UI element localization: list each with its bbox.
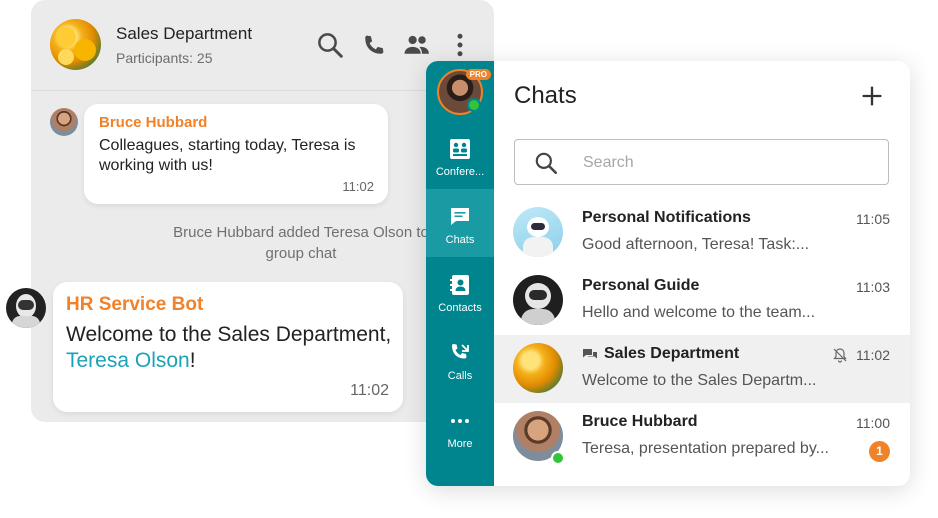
message-bubble[interactable]: HR Service Bot Welcome to the Sales Depa…	[53, 282, 403, 412]
search-icon	[535, 152, 558, 175]
online-status-icon	[551, 451, 565, 465]
participants-icon[interactable]	[402, 30, 432, 60]
add-chat-button[interactable]	[858, 82, 886, 110]
sidebar-item-label: Chats	[445, 234, 475, 246]
search-icon[interactable]	[315, 30, 345, 60]
sidebar-item-conferences[interactable]: Confere...	[426, 121, 494, 189]
chat-preview: Welcome to the Sales Departm...	[582, 372, 817, 389]
chat-time: 11:05	[856, 211, 890, 227]
sidebar: PRO Confere... Chats Contacts Calls More	[426, 61, 494, 486]
sidebar-item-calls[interactable]: Calls	[426, 325, 494, 393]
sidebar-item-label: Confere...	[435, 166, 485, 178]
avatar	[513, 343, 563, 393]
chat-time: 11:03	[856, 279, 890, 295]
group-chat-icon	[583, 349, 597, 359]
message-author: HR Service Bot	[66, 294, 204, 315]
more-vertical-icon[interactable]	[445, 30, 475, 60]
mute-icon	[833, 348, 847, 363]
chat-time: 11:02	[856, 347, 890, 363]
avatar	[513, 207, 563, 257]
message-time: 11:02	[350, 382, 389, 399]
messenger-window: PRO Confere... Chats Contacts Calls More…	[426, 61, 910, 486]
chat-name: Personal Guide	[582, 277, 700, 294]
message-time: 11:02	[342, 179, 374, 194]
pro-badge: PRO	[465, 69, 491, 80]
chat-list-item[interactable]: Sales Department 11:02 Welcome to the Sa…	[494, 335, 910, 403]
chat-time: 11:00	[856, 415, 890, 431]
system-note: Bruce Hubbard added Teresa Olson to grou…	[173, 224, 429, 262]
chat-icon	[448, 205, 472, 229]
calls-icon	[448, 341, 472, 365]
online-status-icon	[467, 98, 481, 112]
message-text: Welcome to the Sales Department, Teresa …	[66, 323, 392, 372]
plus-icon	[862, 86, 882, 106]
chat-list-item[interactable]: Personal Notifications 11:05 Good aftern…	[494, 199, 910, 267]
group-title[interactable]: Sales Department	[116, 24, 252, 44]
search-field[interactable]	[514, 139, 889, 185]
more-icon	[448, 409, 472, 433]
user-avatar[interactable]: PRO	[437, 69, 491, 115]
mention-link[interactable]: Teresa Olson	[66, 349, 190, 372]
message-author: Bruce Hubbard	[99, 114, 208, 131]
unread-badge: 1	[869, 441, 890, 462]
chat-list-item[interactable]: Bruce Hubbard 11:00 Teresa, presentation…	[494, 403, 910, 471]
chat-list-item[interactable]: Personal Guide 11:03 Hello and welcome t…	[494, 267, 910, 335]
participants-count: Participants: 25	[116, 50, 213, 66]
contacts-icon	[448, 273, 472, 297]
message-bubble[interactable]: Bruce Hubbard Colleagues, starting today…	[84, 104, 388, 204]
conference-icon	[448, 137, 472, 161]
chat-preview: Good afternoon, Teresa! Task:...	[582, 236, 810, 253]
avatar	[513, 275, 563, 325]
page-title: Chats	[514, 82, 577, 109]
chat-preview: Teresa, presentation prepared by...	[582, 440, 829, 457]
group-chat-header: Sales Department Participants: 25	[31, 0, 494, 91]
message-text: Colleagues, starting today, Teresa is wo…	[99, 137, 356, 174]
chat-preview: Hello and welcome to the team...	[582, 304, 816, 321]
sidebar-item-label: Contacts	[438, 302, 482, 314]
chat-name: Bruce Hubbard	[582, 413, 698, 430]
sidebar-item-label: More	[447, 438, 473, 450]
group-avatar[interactable]	[50, 19, 101, 70]
chat-name: Personal Notifications	[582, 209, 751, 226]
chat-name: Sales Department	[604, 345, 740, 362]
bot-avatar[interactable]	[6, 288, 46, 328]
sidebar-item-chats[interactable]: Chats	[426, 189, 494, 257]
avatar[interactable]	[50, 108, 78, 136]
sidebar-item-more[interactable]: More	[426, 393, 494, 461]
search-input[interactable]	[581, 150, 875, 176]
phone-icon[interactable]	[359, 30, 389, 60]
group-chat-window: Sales Department Participants: 25 Bruce …	[31, 0, 494, 422]
sidebar-item-contacts[interactable]: Contacts	[426, 257, 494, 325]
sidebar-item-label: Calls	[447, 370, 473, 382]
